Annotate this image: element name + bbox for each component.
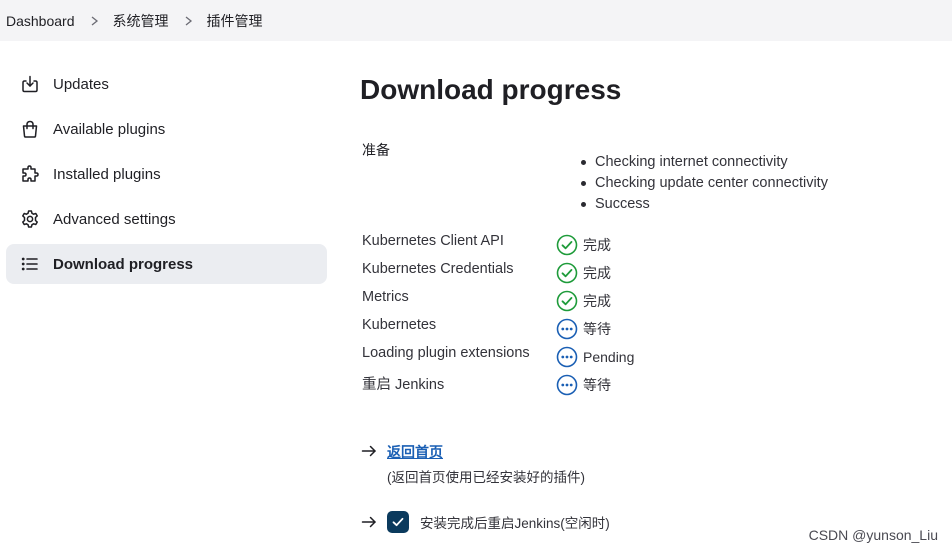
download-icon <box>20 74 40 94</box>
list-item: Success <box>578 194 828 215</box>
arrow-right-icon <box>360 513 378 531</box>
breadcrumb-system-management[interactable]: 系统管理 <box>113 11 169 31</box>
plugin-name: Metrics <box>362 289 409 305</box>
restart-checkbox[interactable] <box>387 511 409 533</box>
gear-icon <box>20 209 40 229</box>
watermark: CSDN @yunson_Liu <box>808 527 938 543</box>
status-label: 完成 <box>583 237 611 253</box>
checkmark-icon <box>392 517 404 527</box>
list-icon <box>20 254 40 274</box>
status-label: 完成 <box>583 265 611 281</box>
sidebar-item-label: Download progress <box>53 255 194 273</box>
plugin-name: Loading plugin extensions <box>362 345 530 361</box>
breadcrumb-dashboard[interactable]: Dashboard <box>6 13 75 29</box>
plugin-status: 完成 <box>556 262 611 284</box>
plugin-name: 重启 Jenkins <box>362 377 445 393</box>
sidebar-item-updates[interactable]: Updates <box>6 64 327 104</box>
pending-circle-icon <box>556 318 578 340</box>
plugin-name: Kubernetes <box>362 317 437 333</box>
status-label: 完成 <box>583 293 611 309</box>
back-to-home-section: 返回首页 (返回首页使用已经安装好的插件) <box>360 442 585 486</box>
status-label: Pending <box>583 349 635 365</box>
status-label: 等待 <box>583 321 611 337</box>
plugin-status: Pending <box>556 346 634 368</box>
plugin-status: 完成 <box>556 234 611 256</box>
sidebar-item-available-plugins[interactable]: Available plugins <box>6 109 327 149</box>
restart-checkbox-label[interactable]: 安装完成后重启Jenkins(空闲时) <box>420 512 610 532</box>
page-title: Download progress <box>360 74 622 105</box>
preparation-label: 准备 <box>362 142 390 158</box>
breadcrumb-plugin-management[interactable]: 插件管理 <box>207 11 263 31</box>
plugin-status: 等待 <box>556 318 611 340</box>
chevron-right-icon <box>184 15 194 26</box>
status-label: 等待 <box>583 377 611 393</box>
sidebar: Updates Available plugins Installed plug… <box>6 64 327 289</box>
plugin-status: 完成 <box>556 290 611 312</box>
shopping-bag-icon <box>20 119 40 139</box>
check-circle-icon <box>556 262 578 284</box>
sidebar-item-installed-plugins[interactable]: Installed plugins <box>6 154 327 194</box>
back-to-home-note: (返回首页使用已经安装好的插件) <box>387 470 585 485</box>
sidebar-item-label: Available plugins <box>53 120 166 138</box>
pending-circle-icon <box>556 346 578 368</box>
list-item: Checking update center connectivity <box>578 173 828 194</box>
sidebar-item-label: Installed plugins <box>53 165 161 183</box>
plugin-name: Kubernetes Client API <box>362 233 504 249</box>
chevron-right-icon <box>90 15 100 26</box>
pending-circle-icon <box>556 374 578 396</box>
restart-option: 安装完成后重启Jenkins(空闲时) <box>360 511 610 533</box>
list-item: Checking internet connectivity <box>578 152 828 173</box>
back-to-home-link[interactable]: 返回首页 <box>387 444 443 460</box>
check-circle-icon <box>556 234 578 256</box>
arrow-right-icon <box>360 442 378 460</box>
sidebar-item-label: Advanced settings <box>53 210 176 228</box>
puzzle-icon <box>20 164 40 184</box>
sidebar-item-download-progress[interactable]: Download progress <box>6 244 327 284</box>
breadcrumb: Dashboard 系统管理 插件管理 <box>0 0 952 41</box>
plugin-name: Kubernetes Credentials <box>362 261 514 277</box>
connectivity-check-list: Checking internet connectivity Checking … <box>578 152 828 215</box>
check-circle-icon <box>556 290 578 312</box>
main-content: Download progress 准备 Checking internet c… <box>360 70 940 533</box>
sidebar-item-advanced-settings[interactable]: Advanced settings <box>6 199 327 239</box>
sidebar-item-label: Updates <box>53 75 109 93</box>
plugin-status: 等待 <box>556 374 611 396</box>
